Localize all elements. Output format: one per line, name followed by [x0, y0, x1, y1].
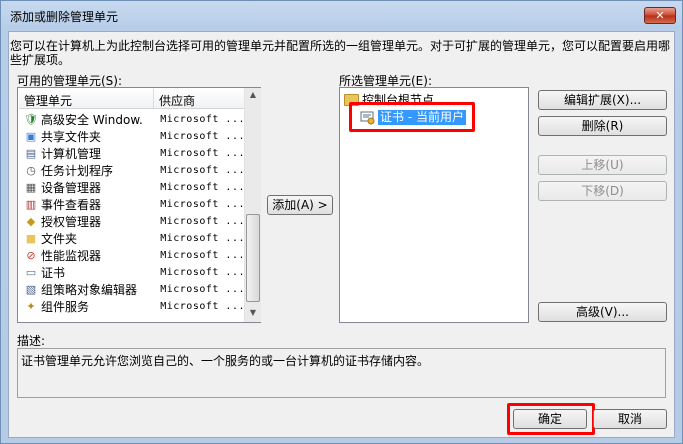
snapin-name: 组策略对象编辑器 — [41, 283, 138, 297]
available-list-scrollbar[interactable]: ▲ ▼ — [244, 88, 261, 322]
computer-management-icon: ▤ — [25, 147, 37, 160]
snapin-name: 高级安全 Window... — [41, 113, 143, 127]
snapin-vendor: Microsoft ... — [160, 182, 245, 193]
snapin-vendor: Microsoft ... — [160, 165, 245, 176]
description-text: 证书管理单元允许您浏览自己的、一个服务的或一台计算机的证书存储内容。 — [21, 354, 430, 368]
firewall-icon: 🛡 — [24, 113, 38, 126]
snapin-vendor: Microsoft ... — [160, 216, 245, 227]
snapin-name: 文件夹 — [41, 232, 78, 246]
snapin-name: 共享文件夹 — [41, 130, 102, 144]
list-item[interactable]: ▦ 设备管理器 Microsoft ... — [19, 179, 245, 196]
snapin-vendor: Microsoft ... — [160, 148, 245, 159]
list-item[interactable]: ✦ 组件服务 Microsoft ... — [19, 298, 245, 315]
annotation-highlight-certificates — [349, 102, 475, 132]
snapin-vendor: Microsoft ... — [160, 267, 245, 278]
task-scheduler-icon: ◷ — [26, 164, 36, 177]
snapin-name: 计算机管理 — [41, 147, 102, 161]
list-item[interactable]: ⊘ 性能监视器 Microsoft ... — [19, 247, 245, 264]
list-item[interactable]: ■ 文件夹 Microsoft ... — [19, 230, 245, 247]
add-remove-snapins-dialog: 添加或删除管理单元 ✕ 您可以在计算机上为此控制台选择可用的管理单元并配置所选的… — [0, 0, 683, 444]
snapin-vendor: Microsoft ... — [160, 284, 245, 295]
list-item[interactable]: 🛡 高级安全 Window... Microsoft ... — [19, 111, 245, 128]
list-item[interactable]: ◷ 任务计划程序 Microsoft ... — [19, 162, 245, 179]
edit-extensions-button[interactable]: 编辑扩展(X)... — [538, 90, 667, 110]
snapin-name: 组件服务 — [41, 300, 90, 314]
add-button[interactable]: 添加(A) > — [267, 195, 333, 215]
performance-monitor-icon: ⊘ — [26, 249, 36, 262]
scroll-up-arrow-icon[interactable]: ▲ — [247, 90, 259, 102]
list-item[interactable]: ▧ 组策略对象编辑器 Microsoft ... — [19, 281, 245, 298]
snapin-name: 证书 — [41, 266, 66, 280]
move-up-button[interactable]: 上移(U) — [538, 155, 667, 175]
snapin-vendor: Microsoft ... — [160, 131, 245, 142]
authorization-manager-icon: ◆ — [26, 215, 36, 228]
list-item[interactable]: ◆ 授权管理器 Microsoft ... — [19, 213, 245, 230]
intro-text: 您可以在计算机上为此控制台选择可用的管理单元并配置所选的一组管理单元。对于可扩展… — [10, 39, 671, 67]
event-viewer-icon: ▥ — [25, 198, 37, 211]
scroll-down-arrow-icon[interactable]: ▼ — [247, 308, 259, 320]
snapin-name: 任务计划程序 — [41, 164, 114, 178]
folder-icon: ■ — [25, 232, 37, 245]
cancel-button[interactable]: 取消 — [593, 409, 667, 429]
snapin-vendor: Microsoft ... — [160, 301, 245, 312]
remove-button[interactable]: 删除(R) — [538, 116, 667, 136]
title-bar[interactable]: 添加或删除管理单元 ✕ — [1, 1, 682, 31]
snapin-rows: 🛡 高级安全 Window... Microsoft ... ▣ 共享文件夹 Micros… — [19, 111, 245, 315]
description-label: 描述: — [17, 334, 46, 348]
list-item[interactable]: ▥ 事件查看器 Microsoft ... — [19, 196, 245, 213]
shared-folder-icon: ▣ — [25, 130, 37, 143]
close-button[interactable]: ✕ — [644, 7, 676, 24]
snapin-vendor: Microsoft ... — [160, 199, 245, 210]
component-services-icon: ✦ — [26, 300, 36, 313]
list-header: 管理单元 供应商 — [19, 89, 245, 109]
snapin-name: 性能监视器 — [41, 249, 102, 263]
certificate-icon: ▭ — [25, 266, 37, 279]
list-item[interactable]: ▭ 证书 Microsoft ... — [19, 264, 245, 281]
group-policy-icon: ▧ — [25, 283, 37, 296]
description-box: 证书管理单元允许您浏览自己的、一个服务的或一台计算机的证书存储内容。 — [17, 348, 666, 398]
scroll-thumb[interactable] — [246, 214, 260, 302]
list-item[interactable]: ▤ 计算机管理 Microsoft ... — [19, 145, 245, 162]
device-manager-icon: ▦ — [25, 181, 37, 194]
advanced-button[interactable]: 高级(V)... — [538, 302, 667, 322]
move-down-button[interactable]: 下移(D) — [538, 181, 667, 201]
snapin-vendor: Microsoft ... — [160, 114, 245, 125]
annotation-highlight-ok — [507, 403, 595, 435]
column-header-snapin[interactable]: 管理单元 — [19, 89, 154, 108]
list-item[interactable]: ▣ 共享文件夹 Microsoft ... — [19, 128, 245, 145]
snapin-vendor: Microsoft ... — [160, 250, 245, 261]
snapin-name: 事件查看器 — [41, 198, 102, 212]
snapin-name: 设备管理器 — [41, 181, 102, 195]
snapin-vendor: Microsoft ... — [160, 233, 245, 244]
available-snapins-list[interactable]: 管理单元 供应商 🛡 高级安全 Window... Microsoft ... ▣ 共享… — [17, 87, 261, 323]
window-title: 添加或删除管理单元 — [10, 10, 119, 24]
column-header-vendor[interactable]: 供应商 — [154, 89, 195, 108]
snapin-name: 授权管理器 — [41, 215, 102, 229]
